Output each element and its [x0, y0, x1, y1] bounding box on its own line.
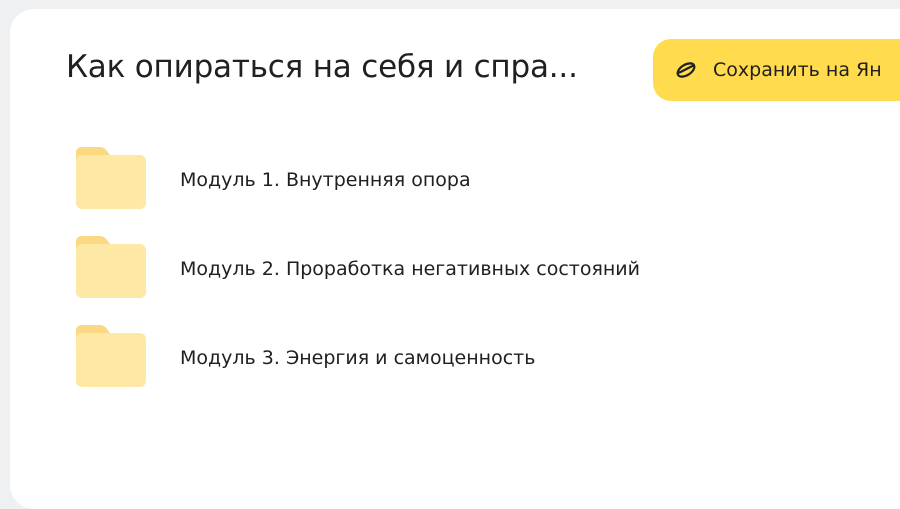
folder-item[interactable]: Модуль 2. Проработка негативных состояни…	[66, 234, 686, 304]
folder-name: Модуль 1. Внутренняя опора	[180, 169, 471, 191]
folder-name: Модуль 2. Проработка негативных состояни…	[180, 258, 641, 280]
folder-name: Модуль 3. Энергия и самоценность	[180, 347, 536, 369]
folder-item[interactable]: Модуль 1. Внутренняя опора	[66, 145, 686, 215]
folder-list: Модуль 1. Внутренняя опора Модуль 2. Про…	[0, 0, 900, 473]
folder-icon	[66, 145, 146, 215]
folder-icon	[66, 234, 146, 304]
folder-icon	[66, 323, 146, 393]
folder-item[interactable]: Модуль 3. Энергия и самоценность	[66, 323, 686, 393]
